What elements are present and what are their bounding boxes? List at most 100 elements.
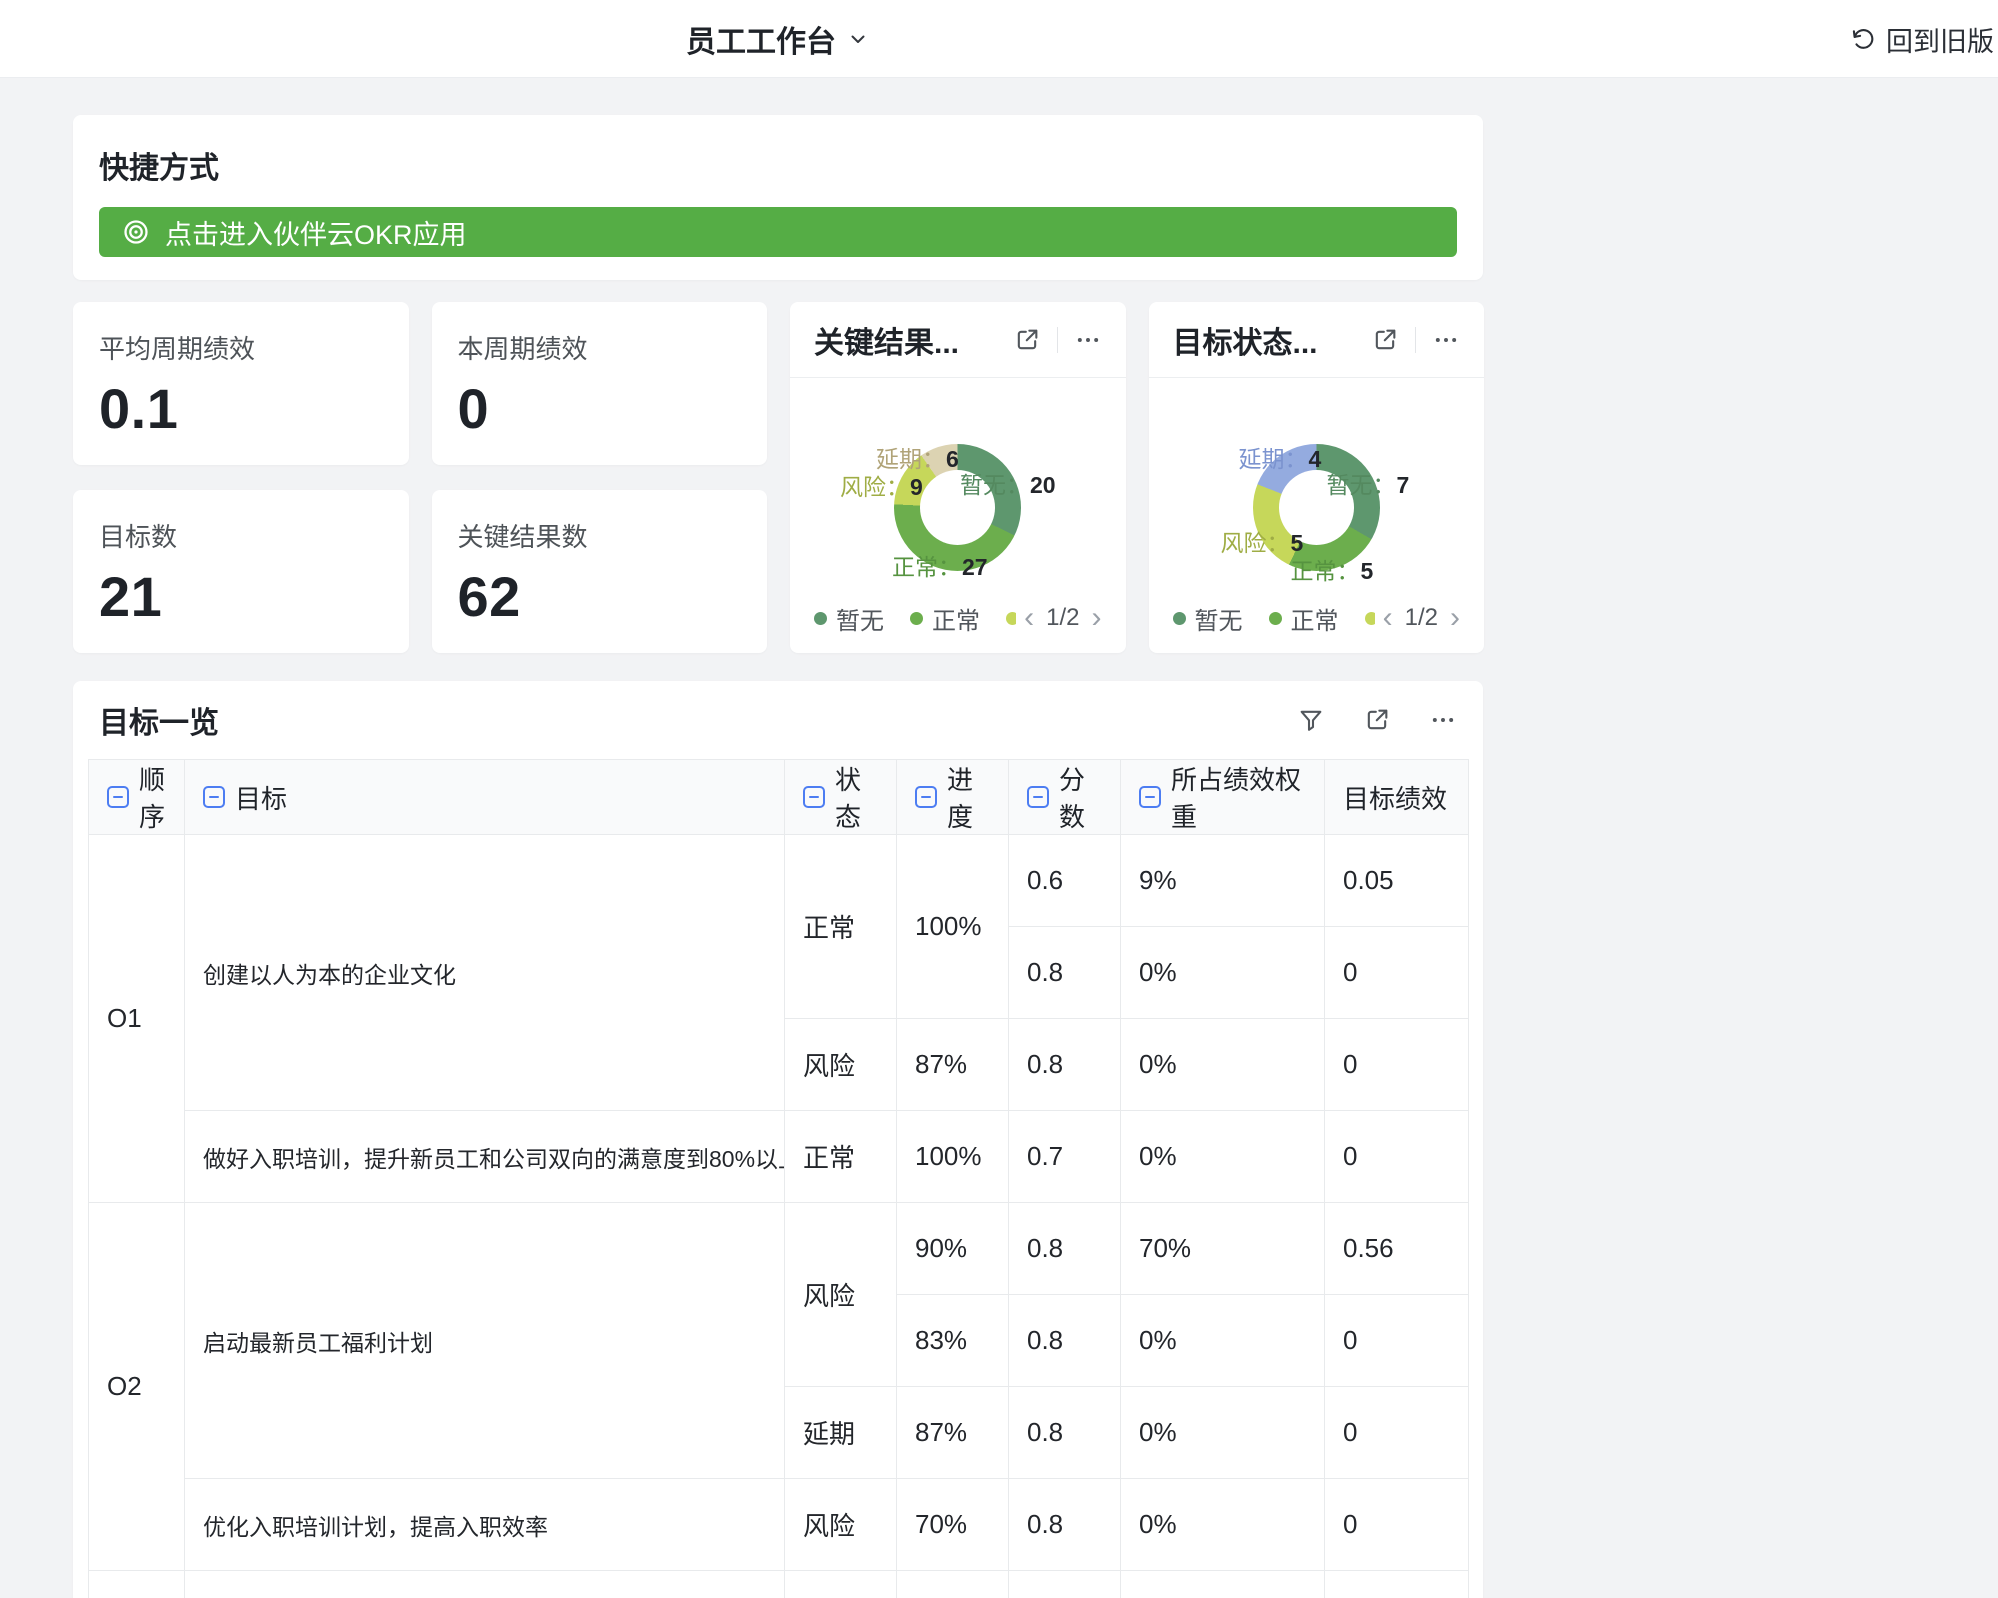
column-header: 顺序 <box>89 760 185 835</box>
goal-table: 顺序目标状态进度分数所占绩效权重目标绩效 O1创建以人为本的企业文化正常100%… <box>88 759 1469 1598</box>
table-cell <box>89 1571 185 1598</box>
stat-label: 平均周期绩效 <box>99 329 383 366</box>
donut-label: 风险：5 <box>1221 524 1304 558</box>
donut-label: 正常：27 <box>892 548 988 582</box>
table-cell: 0% <box>1121 1111 1325 1203</box>
table-cell: 79% <box>897 1571 1009 1598</box>
column-header-label: 目标 <box>235 779 287 816</box>
chart-card-header: 目标状态... <box>1149 302 1485 378</box>
table-cell: 团队绩效飞速增长 <box>185 1571 785 1598</box>
back-label: 回到旧版 <box>1886 20 1994 59</box>
table-cell: O2 <box>89 1203 185 1571</box>
pager-prev-button[interactable]: ‹ <box>1383 603 1393 633</box>
table-cell: 风险 <box>785 1479 897 1571</box>
column-header-label: 分数 <box>1059 760 1102 834</box>
filter-icon[interactable] <box>1297 706 1325 734</box>
workspace-switcher[interactable]: 员工工作台 <box>686 0 870 78</box>
table-cell: 0% <box>1121 1295 1325 1387</box>
column-header: 分数 <box>1009 760 1121 835</box>
history-icon <box>1849 25 1877 53</box>
table-cell: 风险 <box>785 1019 897 1111</box>
table-cell: 90% <box>897 1203 1009 1295</box>
column-header: 目标绩效 <box>1325 760 1469 835</box>
table-cell: 0 <box>1325 1387 1469 1479</box>
table-cell: 0.6 <box>1009 835 1121 927</box>
stat-value: 21 <box>99 564 383 629</box>
chart-pager: ‹ 1/2 › <box>1383 603 1460 633</box>
legend-dot-icon <box>814 612 827 625</box>
table-cell: 0% <box>1121 1387 1325 1479</box>
stat-value: 62 <box>458 564 742 629</box>
table-cell: 0.8 <box>1009 1387 1121 1479</box>
table-cell: 0 <box>1325 1571 1469 1598</box>
pager-next-button[interactable]: › <box>1092 603 1102 633</box>
stat-card-current-cycle-performance: 本周期绩效 0 <box>432 302 768 465</box>
table-row: 做好入职培训，提升新员工和公司双向的满意度到80%以上正常100%0.70%0 <box>89 1111 1469 1203</box>
legend-dot-icon <box>1006 612 1016 625</box>
stat-label: 关键结果数 <box>458 517 742 554</box>
open-in-new-icon[interactable] <box>1013 326 1041 354</box>
chevron-down-icon <box>846 27 870 51</box>
table-row: 优化入职培训计划，提高入职效率风险70%0.80%0 <box>89 1479 1469 1571</box>
donut-label: 暂无：20 <box>960 466 1056 500</box>
pager-next-button[interactable]: › <box>1450 603 1460 633</box>
pager-prev-button[interactable]: ‹ <box>1024 603 1034 633</box>
table-cell: 做好入职培训，提升新员工和公司双向的满意度到80%以上 <box>185 1111 785 1203</box>
more-icon[interactable] <box>1432 326 1460 354</box>
legend-dot-icon <box>1173 612 1186 625</box>
legend-item: 暂无 <box>1173 601 1243 636</box>
more-icon[interactable] <box>1074 326 1102 354</box>
shortcuts-title: 快捷方式 <box>99 143 1457 187</box>
donut-label: 延期：4 <box>1239 440 1322 474</box>
stat-value: 0.1 <box>99 376 383 441</box>
column-header: 目标 <box>185 760 785 835</box>
column-header-label: 状态 <box>835 760 878 834</box>
open-in-new-icon[interactable] <box>1363 706 1391 734</box>
table-cell: 100% <box>897 1111 1009 1203</box>
table-cell: 0 <box>1325 1019 1469 1111</box>
legend-item: 正常 <box>1269 601 1339 636</box>
okr-app-button[interactable]: 点击进入伙伴云OKR应用 <box>99 207 1457 257</box>
goal-table-head-row: 顺序目标状态进度分数所占绩效权重目标绩效 <box>89 760 1469 835</box>
main-content: 快捷方式 点击进入伙伴云OKR应用 平均周期绩效 0.1 本周期绩效 0 关键结… <box>73 78 1483 1598</box>
table-cell: 100% <box>897 835 1009 1019</box>
table-cell: 正常 <box>785 1111 897 1203</box>
collapse-column-icon[interactable] <box>1027 786 1049 808</box>
legend-item: 风险 <box>1006 601 1016 636</box>
collapse-column-icon[interactable] <box>915 786 937 808</box>
stats-grid: 平均周期绩效 0.1 本周期绩效 0 关键结果... <box>73 302 1483 653</box>
stat-card-goal-count: 目标数 21 <box>73 490 409 653</box>
table-cell: 0.7 <box>1009 1111 1121 1203</box>
target-icon <box>121 217 151 247</box>
table-cell: 87% <box>897 1019 1009 1111</box>
collapse-column-icon[interactable] <box>1139 786 1161 808</box>
collapse-column-icon[interactable] <box>107 786 129 808</box>
table-cell: 0% <box>1121 1571 1325 1598</box>
workspace-title: 员工工作台 <box>686 17 836 61</box>
collapse-column-icon[interactable] <box>203 786 225 808</box>
collapse-column-icon[interactable] <box>803 786 825 808</box>
table-row: 团队绩效飞速增长延期79%0.70%0 <box>89 1571 1469 1598</box>
column-header: 所占绩效权重 <box>1121 760 1325 835</box>
table-cell: 0.56 <box>1325 1203 1469 1295</box>
divider <box>1057 327 1058 353</box>
more-icon[interactable] <box>1429 706 1457 734</box>
chart-legend: 暂无正常风险 <box>1173 601 1375 636</box>
stat-label: 本周期绩效 <box>458 329 742 366</box>
chart-title: 目标状态... <box>1173 318 1372 362</box>
legend-dot-icon <box>1365 612 1375 625</box>
chart-legend: 暂无正常风险 <box>814 601 1016 636</box>
okr-app-button-label: 点击进入伙伴云OKR应用 <box>165 213 467 252</box>
stat-card-key-result-count: 关键结果数 62 <box>432 490 768 653</box>
legend-item: 暂无 <box>814 601 884 636</box>
table-cell: 0 <box>1325 1479 1469 1571</box>
table-cell: 0 <box>1325 927 1469 1019</box>
open-in-new-icon[interactable] <box>1371 326 1399 354</box>
column-header-label: 目标绩效 <box>1343 779 1447 816</box>
table-cell: 83% <box>897 1295 1009 1387</box>
table-cell: 启动最新员工福利计划 <box>185 1203 785 1479</box>
back-to-old-version-button[interactable]: 回到旧版 <box>1849 0 1994 78</box>
table-cell: 9% <box>1121 835 1325 927</box>
chart-body: 暂无：7正常：5风险：5延期：4 <box>1149 378 1485 593</box>
chart-title: 关键结果... <box>814 318 1013 362</box>
